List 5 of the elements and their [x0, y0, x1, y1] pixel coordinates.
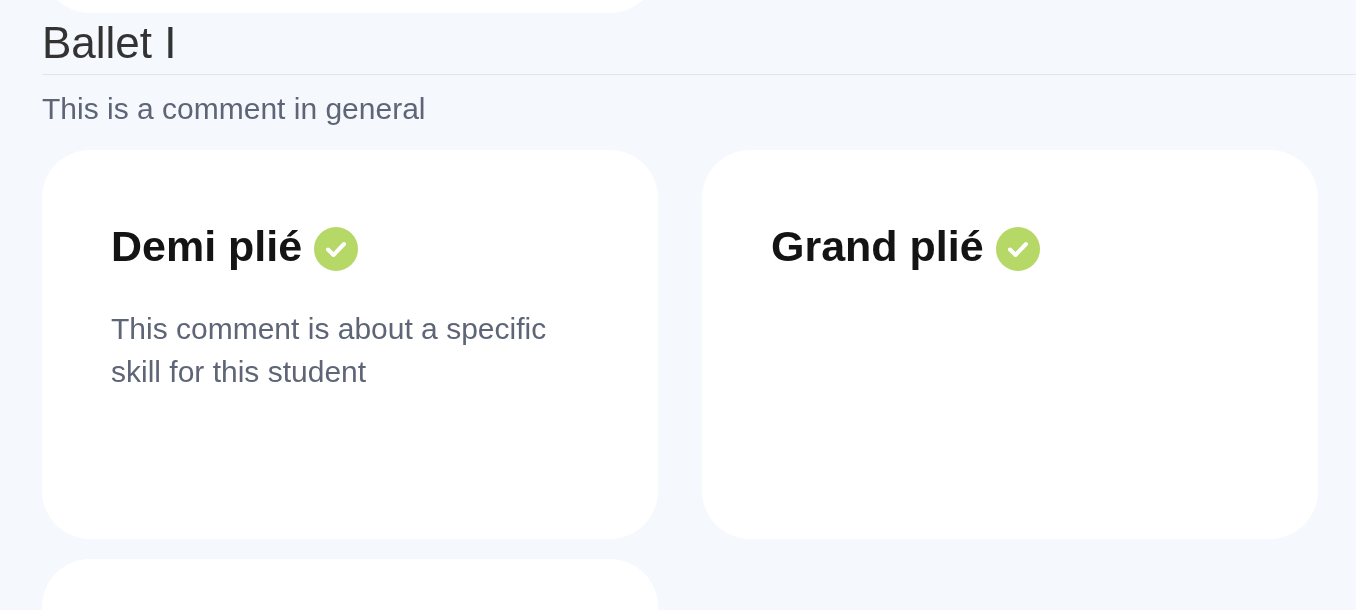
section-title: Ballet I	[42, 17, 177, 69]
general-comment: This is a comment in general	[42, 91, 426, 127]
skill-comment: This comment is about a specific skill for this student	[111, 311, 548, 390]
skill-name: Demi plié	[111, 221, 303, 271]
skill-name: Grand plié	[771, 221, 984, 271]
